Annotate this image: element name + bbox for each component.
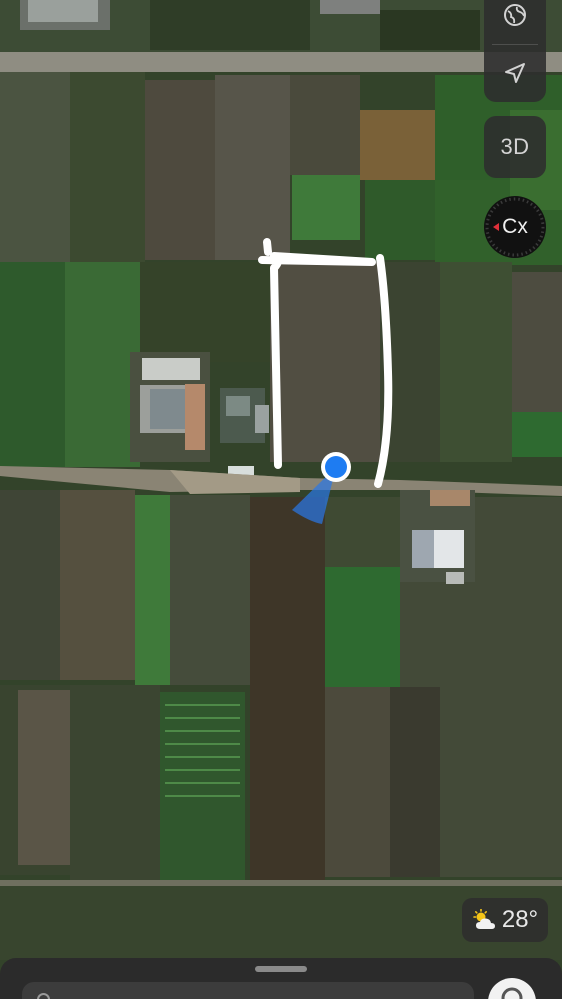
search-field[interactable]	[22, 982, 474, 999]
farmstead-right	[400, 490, 475, 584]
satellite-map[interactable]: 3D Cx 28°	[0, 0, 562, 999]
field-plots-lower	[0, 490, 562, 960]
field-plots-upper	[0, 72, 562, 265]
user-location-dot	[325, 456, 347, 478]
search-icon	[36, 992, 54, 999]
globe-icon	[504, 3, 526, 26]
bottom-sheet[interactable]	[0, 958, 562, 999]
person-icon	[501, 987, 523, 999]
dirt-road-upper	[0, 52, 562, 72]
three-d-label: 3D	[500, 134, 530, 159]
temperature-label: 28°	[501, 906, 539, 933]
account-avatar-button[interactable]	[488, 978, 536, 999]
map-controls-stack	[484, 0, 546, 102]
locate-me-button[interactable]	[484, 44, 546, 102]
satellite-imagery[interactable]	[0, 0, 562, 999]
three-d-toggle-button[interactable]: 3D	[484, 116, 546, 178]
sheet-grabber-handle[interactable]	[255, 966, 307, 972]
compass-label: Cx	[502, 215, 528, 238]
location-arrow-icon	[505, 63, 525, 84]
partly-sunny-icon	[473, 909, 495, 929]
weather-badge: 28°	[462, 898, 548, 942]
field-plots-top	[0, 0, 562, 52]
compass-button[interactable]: Cx	[484, 196, 546, 258]
map-mode-button[interactable]	[484, 0, 546, 44]
